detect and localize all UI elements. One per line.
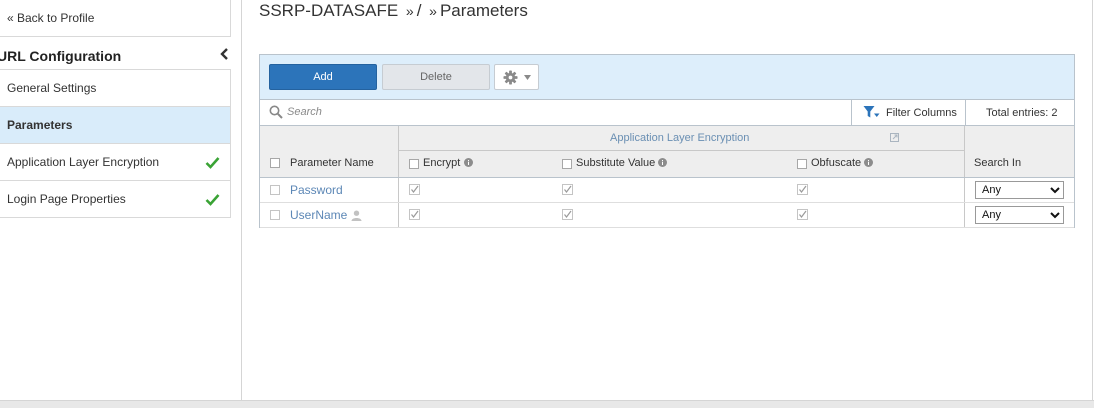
encrypt-all-checkbox[interactable]	[409, 159, 419, 169]
info-icon[interactable]	[464, 158, 473, 167]
sidebar-item-general-settings[interactable]: General Settings	[0, 70, 230, 107]
column-header-obfuscate: Obfuscate	[811, 157, 862, 169]
sidebar-item-login-page-properties[interactable]: Login Page Properties	[0, 181, 230, 217]
substitute-checkbox[interactable]	[562, 184, 573, 195]
header-parameter-name: Parameter Name	[260, 126, 399, 177]
breadcrumb: SSRP-DATASAFE » / » Parameters	[259, 1, 528, 21]
table-row: Password Any	[260, 178, 1074, 203]
info-icon[interactable]	[658, 158, 667, 167]
search-icon	[269, 105, 283, 119]
substitute-all-checkbox[interactable]	[562, 159, 572, 169]
header-group-encryption: Application Layer Encryption	[399, 126, 964, 151]
row-select-checkbox[interactable]	[270, 185, 280, 195]
column-header-parameter-name[interactable]: Parameter Name	[290, 157, 374, 169]
parameter-name-cell: Password	[260, 178, 399, 202]
add-button[interactable]: Add	[269, 64, 377, 90]
sidebar-item-parameters[interactable]: Parameters	[0, 107, 230, 144]
encrypt-checkbox[interactable]	[409, 209, 420, 220]
sidebar-item-label: Application Layer Encryption	[7, 155, 160, 169]
search-in-cell: Any	[964, 178, 1075, 202]
select-all-checkbox[interactable]	[270, 158, 280, 168]
total-entries: Total entries: 2	[965, 100, 1075, 125]
filter-columns-button[interactable]: Filter Columns	[851, 100, 965, 125]
section-header: URL Configuration	[0, 42, 232, 69]
breadcrumb-separator: »	[405, 3, 414, 19]
breadcrumb-middle[interactable]: /	[417, 1, 422, 20]
column-header-substitute-value: Substitute Value	[576, 157, 656, 169]
back-to-profile-link[interactable]: « Back to Profile	[7, 11, 94, 25]
search-in-cell: Any	[964, 203, 1075, 227]
column-header-encrypt: Encrypt	[423, 157, 461, 169]
sidebar-item-label: Login Page Properties	[7, 192, 126, 206]
breadcrumb-separator: »	[429, 3, 437, 19]
external-link-icon[interactable]	[890, 133, 899, 142]
total-entries-label: Total entries: 2	[986, 107, 1058, 119]
parameters-panel: Add Delete Search Filter Columns Total e…	[259, 54, 1075, 228]
parameter-name-link[interactable]: Password	[290, 183, 343, 197]
filter-icon	[863, 106, 880, 118]
obfuscate-checkbox[interactable]	[797, 184, 808, 195]
search-row: Filter Columns Total entries: 2	[260, 100, 1074, 126]
search-input[interactable]	[287, 103, 587, 121]
group-header-label[interactable]: Application Layer Encryption	[610, 132, 749, 144]
toolbar: Add Delete	[260, 55, 1074, 100]
sidebar-item-application-layer-encryption[interactable]: Application Layer Encryption	[0, 144, 230, 181]
sidebar-item-label: Parameters	[7, 118, 73, 132]
gear-icon	[503, 70, 518, 85]
sidebar: « Back to Profile URL Configuration Gene…	[0, 0, 242, 400]
section-title: URL Configuration	[0, 48, 122, 64]
substitute-checkbox[interactable]	[562, 209, 573, 220]
caret-down-icon	[524, 75, 531, 80]
column-header-search-in: Search In	[974, 157, 1022, 169]
user-icon	[351, 210, 362, 221]
breadcrumb-current: Parameters	[439, 1, 528, 20]
parameter-name-cell: UserName	[260, 203, 399, 227]
obfuscate-all-checkbox[interactable]	[797, 159, 807, 169]
breadcrumb-root[interactable]: SSRP-DATASAFE	[259, 1, 398, 20]
encrypt-checkbox[interactable]	[409, 184, 420, 195]
delete-button[interactable]: Delete	[382, 64, 490, 90]
filter-columns-label: Filter Columns	[886, 107, 957, 119]
table-row: UserName Any	[260, 203, 1074, 228]
sidebar-nav: General Settings Parameters Application …	[0, 69, 231, 218]
search-in-select[interactable]: Any	[975, 181, 1064, 199]
content-right-border	[1092, 0, 1093, 400]
collapse-chevron-icon[interactable]	[218, 47, 230, 61]
search-in-select[interactable]: Any	[975, 206, 1064, 224]
parameter-name-link[interactable]: UserName	[290, 208, 347, 222]
sidebar-item-label: General Settings	[7, 81, 97, 95]
checkmark-icon	[205, 194, 220, 206]
settings-menu-button[interactable]	[494, 64, 539, 90]
checkmark-icon	[205, 157, 220, 169]
row-select-checkbox[interactable]	[270, 210, 280, 220]
info-icon[interactable]	[864, 158, 873, 167]
header-search-in: Search In	[964, 126, 1075, 177]
obfuscate-checkbox[interactable]	[797, 209, 808, 220]
table-header: Parameter Name Application Layer Encrypt…	[260, 126, 1074, 178]
